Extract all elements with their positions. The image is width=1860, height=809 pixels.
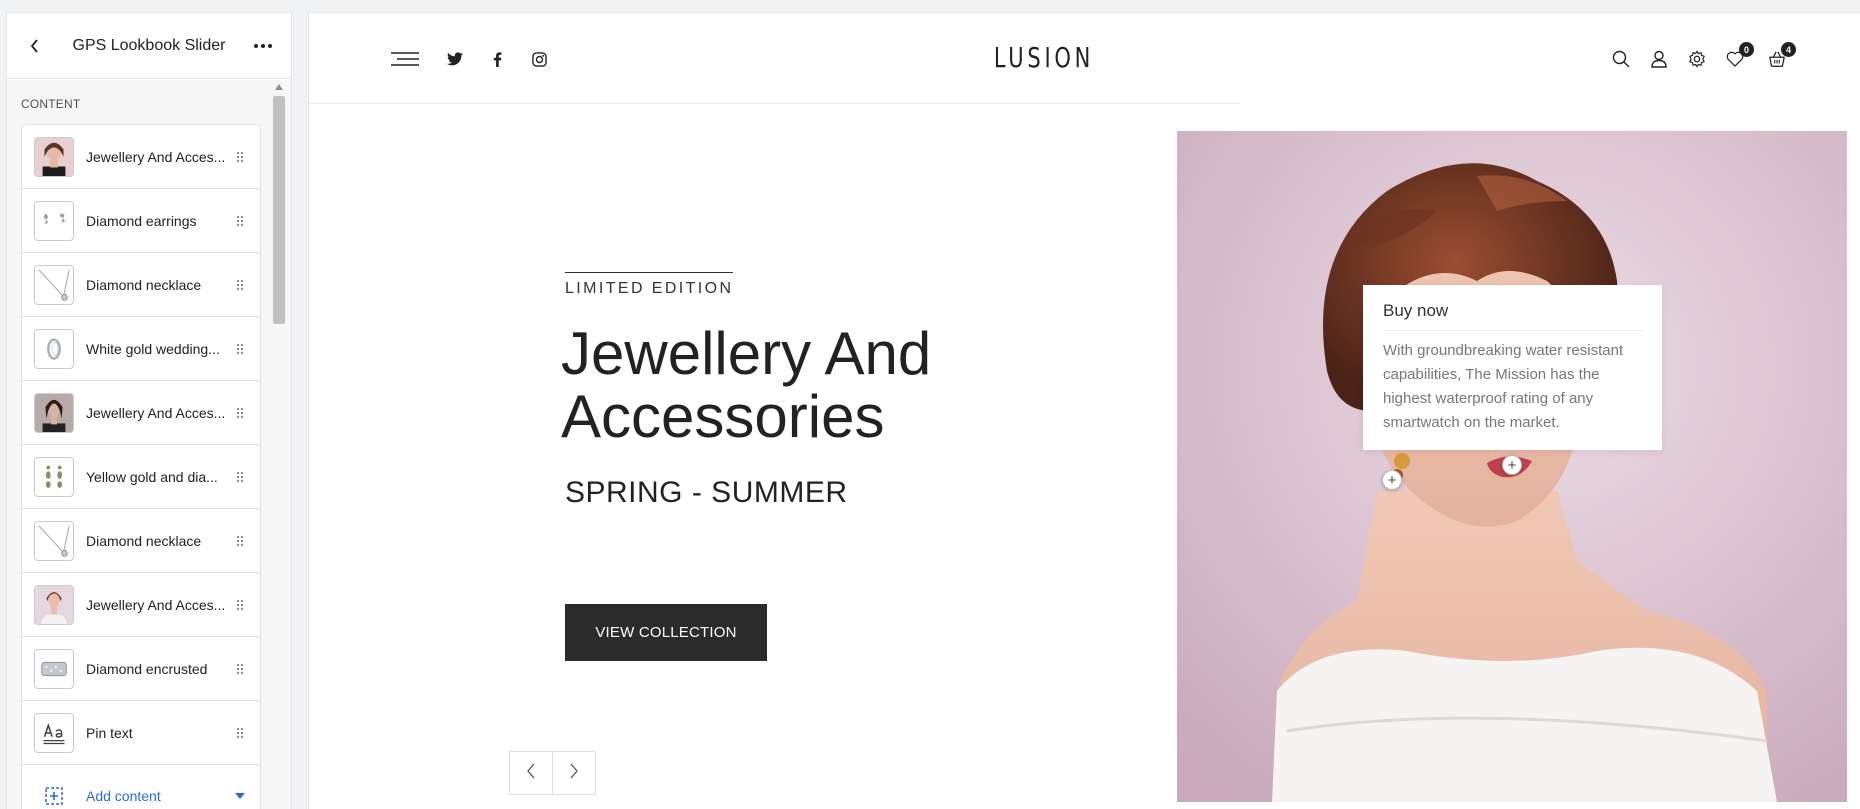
theme-editor: GPS Lookbook Slider CONTENT Jewellery An… <box>0 0 1860 809</box>
drag-handle-icon[interactable] <box>232 727 248 739</box>
content-block-item[interactable]: Jewellery And Acces... <box>22 381 260 445</box>
content-block-item[interactable]: Jewellery And Acces... <box>22 125 260 189</box>
portrait-thumbnail <box>34 584 74 625</box>
sidebar-header: GPS Lookbook Slider <box>7 13 291 79</box>
add-block-icon <box>34 776 74 809</box>
search-icon[interactable] <box>1610 48 1632 70</box>
drag-handle-icon[interactable] <box>232 535 248 547</box>
content-block-item[interactable]: Diamond necklace <box>22 509 260 573</box>
content-block-item[interactable]: Jewellery And Acces... <box>22 573 260 637</box>
content-block-label: Yellow gold and dia... <box>86 468 218 485</box>
content-block-item[interactable]: Diamond encrusted <box>22 637 260 701</box>
content-block-label: Diamond necklace <box>86 532 202 549</box>
content-block-item[interactable]: Pin text <box>22 701 260 765</box>
hotspot-popup: Buy now With groundbreaking water resist… <box>1363 285 1662 450</box>
store-preview: LUSION 0 4 LIMITED EDITION Jewellery And… <box>308 12 1860 809</box>
gear-icon[interactable] <box>1686 48 1708 70</box>
header-divider <box>309 103 1241 104</box>
content-block-label: Pin text <box>86 724 133 741</box>
back-icon[interactable] <box>21 32 49 60</box>
drag-handle-icon[interactable] <box>232 343 248 355</box>
store-header: LUSION 0 4 <box>309 13 1860 103</box>
cart-basket-icon[interactable]: 4 <box>1766 42 1796 70</box>
popup-description: With groundbreaking water resistant capa… <box>1383 342 1624 431</box>
drop-earrings-thumbnail <box>34 456 74 497</box>
earrings-thumbnail <box>34 200 74 241</box>
view-collection-button[interactable]: VIEW COLLECTION <box>565 604 767 661</box>
cart-count-badge: 4 <box>1781 42 1796 57</box>
sidebar-body: CONTENT Jewellery And Acces... Diamond e… <box>7 80 291 809</box>
content-block-list: Jewellery And Acces... Diamond earrings <box>21 124 261 809</box>
popup-title[interactable]: Buy now <box>1383 301 1642 331</box>
scrollbar-thumb[interactable] <box>273 96 285 324</box>
scroll-up-arrow-icon[interactable] <box>275 84 283 90</box>
slide-eyebrow: LIMITED EDITION <box>565 272 734 298</box>
drag-handle-icon[interactable] <box>232 471 248 483</box>
slider-next-button[interactable] <box>552 751 596 795</box>
hotspot-pin[interactable]: + <box>1382 470 1402 490</box>
content-block-label: White gold wedding... <box>86 340 220 357</box>
section-label: CONTENT <box>21 97 81 111</box>
content-block-item[interactable]: Diamond necklace <box>22 253 260 317</box>
slide-content: LIMITED EDITION Jewellery And Accessorie… <box>561 272 1121 510</box>
store-logo[interactable]: LUSION <box>500 41 1589 74</box>
content-block-item[interactable]: White gold wedding... <box>22 317 260 381</box>
content-block-label: Jewellery And Acces... <box>86 148 226 165</box>
bracelet-thumbnail <box>34 648 74 689</box>
chevron-left-icon <box>526 763 536 784</box>
portrait-thumbnail <box>34 392 74 433</box>
content-block-item[interactable]: Yellow gold and dia... <box>22 445 260 509</box>
text-format-icon <box>34 712 74 753</box>
add-content-button[interactable]: Add content <box>22 765 260 809</box>
content-block-label: Jewellery And Acces... <box>86 404 226 421</box>
content-block-item[interactable]: Diamond earrings <box>22 189 260 253</box>
portrait-thumbnail <box>34 136 74 177</box>
content-block-label: Diamond earrings <box>86 212 197 229</box>
drag-handle-icon[interactable] <box>232 599 248 611</box>
slide-heading: Jewellery And Accessories <box>561 320 932 450</box>
chevron-right-icon <box>569 763 579 784</box>
sidebar-scrollbar[interactable] <box>273 84 285 809</box>
editor-sidebar: GPS Lookbook Slider CONTENT Jewellery An… <box>6 12 292 809</box>
more-options-icon[interactable] <box>249 32 277 60</box>
hotspot-pin[interactable]: + <box>1502 455 1522 475</box>
slide-subheading: SPRING - SUMMER <box>565 476 848 509</box>
content-block-label: Jewellery And Acces... <box>86 596 226 613</box>
add-content-label: Add content <box>86 788 161 804</box>
slider-prev-button[interactable] <box>509 751 553 795</box>
chevron-down-icon[interactable] <box>232 793 248 799</box>
drag-handle-icon[interactable] <box>232 663 248 675</box>
drag-handle-icon[interactable] <box>232 215 248 227</box>
ring-thumbnail <box>34 328 74 369</box>
content-block-label: Diamond necklace <box>86 276 202 293</box>
drag-handle-icon[interactable] <box>232 407 248 419</box>
account-icon[interactable] <box>1648 48 1670 70</box>
wishlist-heart-icon[interactable]: 0 <box>1724 42 1754 70</box>
drag-handle-icon[interactable] <box>232 151 248 163</box>
wishlist-count-badge: 0 <box>1739 42 1754 57</box>
hamburger-menu-icon[interactable] <box>389 48 421 70</box>
sidebar-title: GPS Lookbook Slider <box>72 36 226 54</box>
necklace-thumbnail <box>34 264 74 305</box>
necklace-thumbnail <box>34 520 74 561</box>
content-block-label: Diamond encrusted <box>86 660 208 677</box>
drag-handle-icon[interactable] <box>232 279 248 291</box>
twitter-icon[interactable] <box>446 50 464 68</box>
